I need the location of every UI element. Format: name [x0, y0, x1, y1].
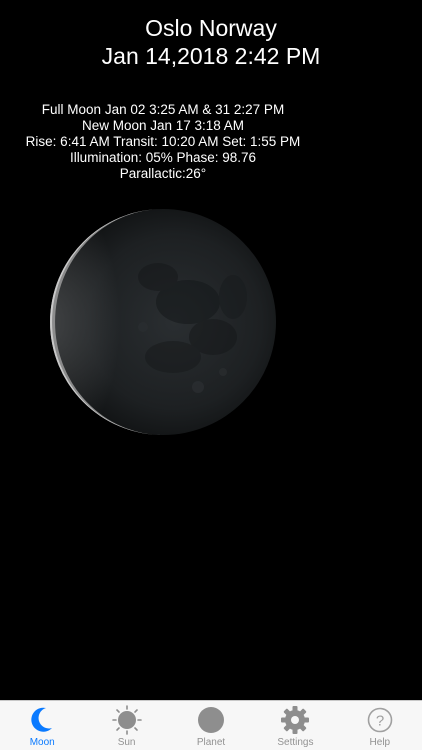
full-moon-text: Full Moon Jan 02 3:25 AM & 31 2:27 PM: [41, 102, 285, 117]
tab-planet-label: Planet: [196, 737, 226, 748]
tab-planet[interactable]: Planet: [169, 701, 253, 750]
tab-sun-label: Sun: [117, 737, 136, 748]
svg-text:?: ?: [376, 713, 384, 730]
new-moon-text: New Moon Jan 17 3:18 AM: [81, 118, 245, 133]
header: Oslo Norway Jan 14,2018 2:42 PM: [0, 14, 422, 70]
tab-moon[interactable]: Moon: [0, 701, 84, 750]
sun-icon: [111, 705, 142, 735]
tab-help-label: Help: [369, 737, 391, 748]
planet-icon: [196, 705, 226, 735]
help-icon: ?: [365, 705, 395, 735]
date-time: Jan 14,2018 2:42 PM: [101, 43, 321, 69]
tab-sun[interactable]: Sun: [84, 701, 168, 750]
tab-bar: Moon Sun Planet Settings ? Help: [0, 700, 422, 750]
tab-settings-label: Settings: [277, 737, 314, 748]
tab-help[interactable]: ? Help: [338, 701, 422, 750]
illumination-phase-text: Illumination: 05% Phase: 98.76: [69, 150, 257, 165]
parallactic-text: Parallactic:26°: [119, 166, 207, 181]
moon-image: [48, 207, 278, 437]
gear-icon: [280, 705, 310, 735]
location-title: Oslo Norway: [145, 15, 277, 41]
rise-transit-set-text: Rise: 6:41 AM Transit: 10:20 AM Set: 1:5…: [25, 134, 301, 149]
crescent-moon-icon: [27, 705, 57, 735]
tab-settings[interactable]: Settings: [253, 701, 337, 750]
tab-moon-label: Moon: [29, 737, 55, 748]
moon-info-panel: Full Moon Jan 02 3:25 AM & 31 2:27 PM Ne…: [0, 102, 326, 182]
